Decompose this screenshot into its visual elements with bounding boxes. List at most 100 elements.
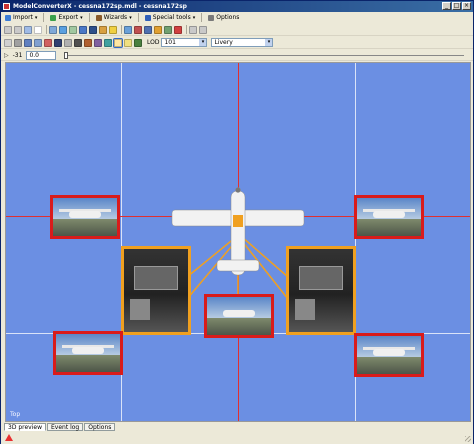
frame-input[interactable]: 0.0	[26, 50, 57, 60]
camera-view-right-cockpit[interactable]	[286, 246, 356, 335]
view-label: Top	[10, 411, 21, 418]
status-bar: 3D preview Event log Options	[1, 422, 473, 444]
delete-icon[interactable]	[174, 25, 182, 34]
app-logo-icon	[3, 3, 10, 10]
options-icon	[208, 14, 215, 21]
camera-views-icon[interactable]	[113, 37, 123, 48]
undo-icon[interactable]	[189, 25, 197, 34]
tools-icon	[144, 14, 151, 21]
new-file-icon[interactable]	[34, 25, 42, 34]
menu-special-tools[interactable]: Special tools ▾	[141, 13, 200, 23]
maximize-button[interactable]: □	[452, 2, 461, 10]
toolbar-main	[1, 24, 473, 36]
aircraft-top-view	[171, 187, 305, 276]
camera-view-right-upper[interactable]	[354, 195, 424, 239]
menu-separator	[137, 13, 139, 22]
camera-view-right-lower[interactable]	[354, 333, 424, 377]
shadow-icon[interactable]	[74, 38, 82, 47]
sun-icon[interactable]	[124, 38, 132, 47]
camera-view-center-tail[interactable]	[204, 294, 274, 338]
slider-thumb[interactable]	[64, 52, 69, 59]
animation-editor-icon[interactable]	[154, 25, 162, 34]
reload-icon[interactable]	[24, 25, 32, 34]
toolbar-separator	[46, 25, 47, 34]
menu-export[interactable]: Export ▾	[46, 13, 86, 23]
camera-view-left-cockpit[interactable]	[121, 246, 191, 335]
redo-icon[interactable]	[199, 25, 207, 34]
warning-icon[interactable]	[5, 434, 13, 441]
aircraft-propeller	[235, 187, 241, 193]
camera-icon[interactable]	[89, 25, 97, 34]
tab-event-log[interactable]: Event log	[47, 423, 84, 431]
chevron-down-icon: ▾	[80, 14, 83, 21]
thumb-panel	[298, 265, 344, 291]
thumb-ground	[207, 317, 271, 335]
frame-value: 0.0	[29, 51, 39, 59]
thumb-plane-body	[373, 211, 405, 219]
thumb-ground	[56, 354, 120, 372]
night-icon[interactable]	[54, 38, 62, 47]
fog-icon[interactable]	[64, 38, 72, 47]
thumb-cockpit	[124, 249, 188, 332]
play-icon[interactable]: ▷	[4, 52, 9, 59]
attach-points-icon[interactable]	[104, 38, 112, 47]
grid-icon[interactable]	[79, 25, 87, 34]
chevron-down-icon: ▾	[129, 14, 132, 21]
thumb-plane-body	[72, 347, 104, 355]
model-info-icon[interactable]	[124, 25, 132, 34]
rotate-icon[interactable]	[69, 25, 77, 34]
thumb-plane-body	[223, 310, 255, 318]
thumb-panel	[295, 298, 315, 320]
thumb-ground	[357, 356, 421, 374]
export-icon	[50, 14, 57, 21]
attach-icon[interactable]	[164, 25, 172, 34]
menu-separator	[43, 13, 45, 22]
forward-icon[interactable]	[14, 25, 22, 34]
thumb-ground	[357, 218, 421, 236]
window-title: ModelConverterX - cessna172sp.mdl - cess…	[13, 3, 187, 10]
minimize-button[interactable]: _	[442, 2, 451, 10]
app-window: ModelConverterX - cessna172sp.mdl - cess…	[0, 0, 474, 444]
wizard-icon	[95, 14, 102, 21]
title-bar[interactable]: ModelConverterX - cessna172sp.mdl - cess…	[1, 1, 473, 12]
3d-preview-viewport[interactable]: Top	[5, 62, 471, 422]
menu-import-label: Import	[13, 14, 33, 21]
toolbar-animation: ▷ -31 0.0	[1, 50, 473, 61]
lod-icon[interactable]	[134, 38, 142, 47]
menu-separator	[88, 13, 90, 22]
lod-select[interactable]: 101 ▾	[161, 38, 208, 47]
animation-slider[interactable]	[64, 52, 465, 59]
menu-special-tools-label: Special tools	[152, 14, 191, 21]
close-button[interactable]: ×	[462, 2, 471, 10]
material-editor-icon[interactable]	[134, 25, 142, 34]
collision-icon[interactable]	[44, 38, 52, 47]
hierarchy-editor-icon[interactable]	[144, 25, 152, 34]
resize-grip-icon[interactable]	[465, 436, 471, 442]
chevron-down-icon: ▾	[199, 39, 207, 46]
camera-view-left-upper[interactable]	[50, 195, 120, 239]
normals-icon[interactable]	[24, 38, 32, 47]
effects-icon[interactable]	[94, 38, 102, 47]
wireframe-icon[interactable]	[4, 38, 12, 47]
pan-icon[interactable]	[59, 25, 67, 34]
lod-label: LOD	[147, 39, 160, 46]
tab-options[interactable]: Options	[84, 423, 116, 431]
back-icon[interactable]	[4, 25, 12, 34]
menu-wizards[interactable]: Wizards ▾	[92, 13, 136, 23]
menu-import[interactable]: Import ▾	[1, 13, 41, 23]
tab-3d-preview[interactable]: 3D preview	[4, 423, 46, 431]
thumb-panel	[133, 265, 179, 291]
window-controls: _ □ ×	[442, 2, 471, 10]
menu-options[interactable]: Options	[204, 13, 243, 23]
livery-select[interactable]: Livery ▾	[211, 38, 274, 47]
chevron-down-icon: ▾	[192, 14, 196, 21]
camera-view-left-lower[interactable]	[53, 331, 123, 375]
thumb-plane-body	[69, 211, 101, 219]
solid-icon[interactable]	[14, 38, 22, 47]
zoom-icon[interactable]	[49, 25, 57, 34]
light-icon[interactable]	[109, 25, 117, 34]
decal-icon[interactable]	[84, 38, 92, 47]
slider-rail	[64, 55, 465, 56]
texture-icon[interactable]	[99, 25, 107, 34]
bounding-box-icon[interactable]	[34, 38, 42, 47]
